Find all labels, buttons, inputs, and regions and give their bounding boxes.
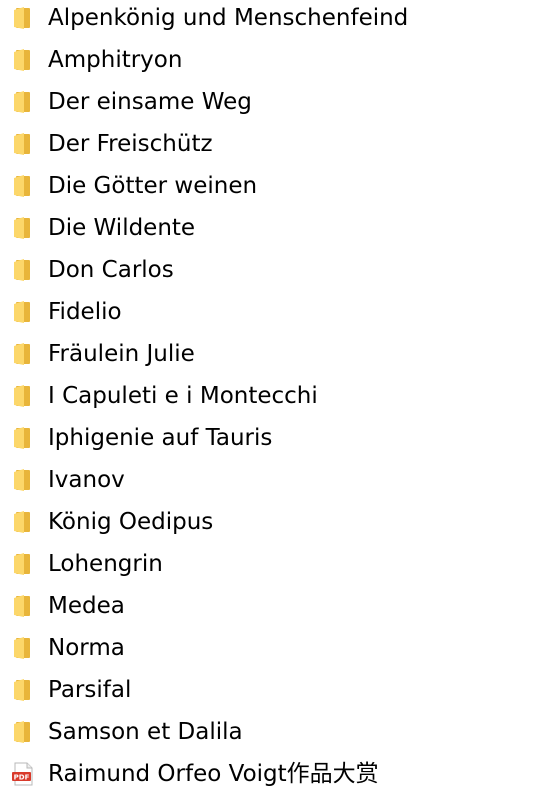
file-list: Alpenkönig und Menschenfeind Amphitryon … xyxy=(0,0,533,795)
folder-icon xyxy=(12,48,34,72)
folder-icon xyxy=(12,342,34,366)
list-item[interactable]: Der einsame Weg xyxy=(0,81,533,123)
folder-icon xyxy=(12,594,34,618)
folder-icon xyxy=(12,636,34,660)
item-label: Die Götter weinen xyxy=(48,173,258,199)
item-label: König Oedipus xyxy=(48,509,214,535)
item-label: Medea xyxy=(48,593,125,619)
folder-icon xyxy=(12,552,34,576)
item-label: Ivanov xyxy=(48,467,125,493)
list-item[interactable]: Medea xyxy=(0,585,533,627)
list-item[interactable]: PDF Raimund Orfeo Voigt作品大赏 xyxy=(0,753,533,795)
item-label: Die Wildente xyxy=(48,215,196,241)
list-item[interactable]: Amphitryon xyxy=(0,39,533,81)
item-label: Lohengrin xyxy=(48,551,163,577)
list-item[interactable]: I Capuleti e i Montecchi xyxy=(0,375,533,417)
folder-icon xyxy=(12,720,34,744)
item-label: Der einsame Weg xyxy=(48,89,252,115)
item-label: I Capuleti e i Montecchi xyxy=(48,383,318,409)
list-item[interactable]: Samson et Dalila xyxy=(0,711,533,753)
item-label: Der Freischütz xyxy=(48,131,213,157)
folder-icon xyxy=(12,174,34,198)
item-label: Norma xyxy=(48,635,125,661)
item-label: Parsifal xyxy=(48,677,132,703)
item-label: Don Carlos xyxy=(48,257,174,283)
item-label: Iphigenie auf Tauris xyxy=(48,425,273,451)
list-item[interactable]: Parsifal xyxy=(0,669,533,711)
folder-icon xyxy=(12,678,34,702)
folder-icon xyxy=(12,426,34,450)
list-item[interactable]: Norma xyxy=(0,627,533,669)
list-item[interactable]: König Oedipus xyxy=(0,501,533,543)
pdf-file-icon: PDF xyxy=(12,762,34,786)
item-label: Samson et Dalila xyxy=(48,719,243,745)
folder-icon xyxy=(12,384,34,408)
folder-icon xyxy=(12,300,34,324)
list-item[interactable]: Fräulein Julie xyxy=(0,333,533,375)
folder-icon xyxy=(12,132,34,156)
list-item[interactable]: Iphigenie auf Tauris xyxy=(0,417,533,459)
folder-icon xyxy=(12,258,34,282)
list-item[interactable]: Don Carlos xyxy=(0,249,533,291)
list-item[interactable]: Der Freischütz xyxy=(0,123,533,165)
pdf-badge-text: PDF xyxy=(14,773,30,781)
folder-icon xyxy=(12,216,34,240)
folder-icon xyxy=(12,90,34,114)
item-label: Fräulein Julie xyxy=(48,341,195,367)
list-item[interactable]: Fidelio xyxy=(0,291,533,333)
item-label: Raimund Orfeo Voigt作品大赏 xyxy=(48,761,379,787)
item-label: Fidelio xyxy=(48,299,122,325)
list-item[interactable]: Alpenkönig und Menschenfeind xyxy=(0,0,533,39)
list-item[interactable]: Die Wildente xyxy=(0,207,533,249)
folder-icon xyxy=(12,468,34,492)
item-label: Amphitryon xyxy=(48,47,183,73)
list-item[interactable]: Lohengrin xyxy=(0,543,533,585)
list-item[interactable]: Die Götter weinen xyxy=(0,165,533,207)
folder-icon xyxy=(12,510,34,534)
item-label: Alpenkönig und Menschenfeind xyxy=(48,5,409,31)
list-item[interactable]: Ivanov xyxy=(0,459,533,501)
folder-icon xyxy=(12,6,34,30)
